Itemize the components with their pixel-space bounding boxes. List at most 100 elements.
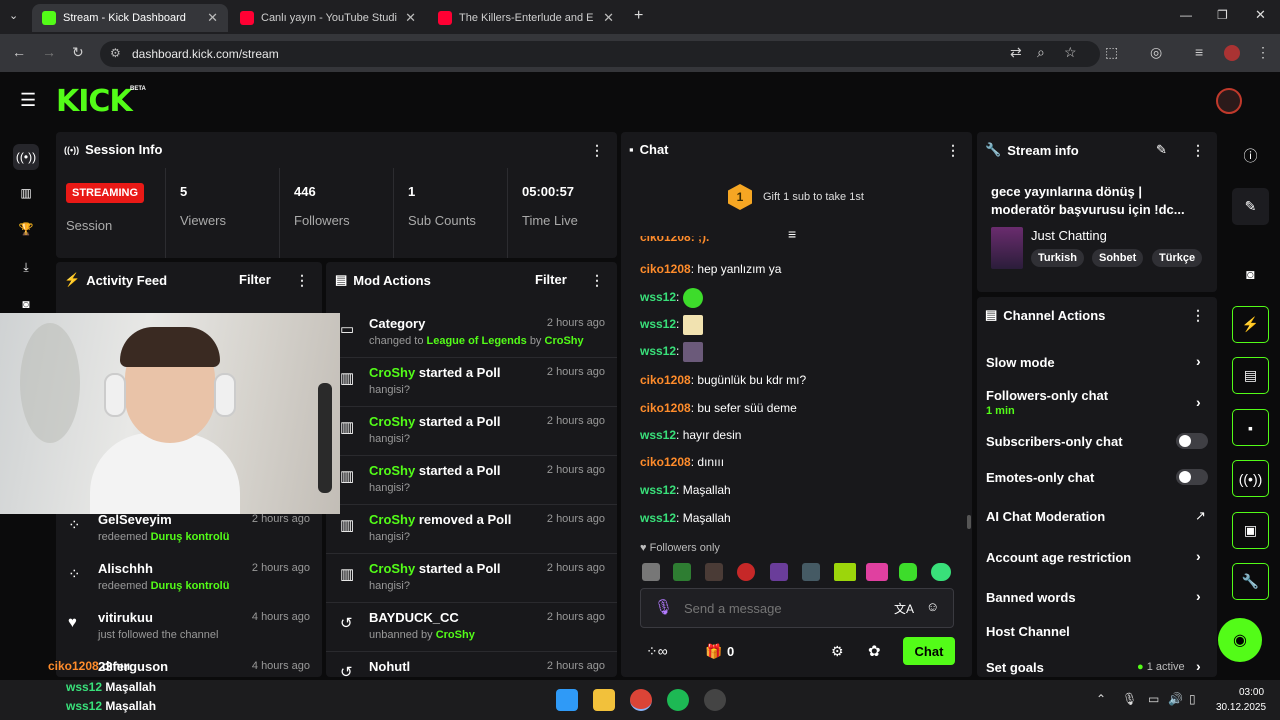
microphone-tray-icon[interactable]: 🎙 [1122, 692, 1137, 706]
tray-chevron-icon[interactable]: ⌃ [1096, 692, 1106, 706]
back-icon[interactable]: ← [12, 44, 26, 60]
browser-menu-icon[interactable]: ⋮ [1256, 44, 1270, 61]
chat-username[interactable]: ciko1208 [640, 373, 691, 387]
screenshot-icon[interactable]: ◎ [1150, 44, 1162, 61]
kick-logo[interactable]: KICK [56, 84, 133, 119]
chevron-right-icon[interactable]: › [1196, 658, 1201, 674]
clock-date[interactable]: 30.12.2025 [1216, 702, 1266, 713]
mod-user[interactable]: CroShy [436, 629, 475, 641]
gift-sub-text[interactable]: Gift 1 sub to take 1st [763, 191, 864, 203]
tab-search-icon[interactable]: ⌄ [9, 9, 18, 22]
emoji-picker-icon[interactable]: ☺ [926, 599, 939, 614]
tag-chip[interactable]: Türkçe [1152, 249, 1203, 267]
profile-avatar[interactable] [1224, 45, 1240, 61]
emote-panel-icon[interactable]: ✿ [868, 642, 881, 660]
spotify-icon[interactable] [667, 689, 689, 711]
mod-user[interactable]: CroShy [369, 512, 415, 527]
file-explorer-icon[interactable] [593, 689, 615, 711]
activity-menu-icon[interactable]: ⋮ [295, 272, 309, 289]
broadcast-widget-icon[interactable]: ((•)) [1232, 460, 1269, 497]
translate-icon[interactable]: ⇄ [1010, 44, 1022, 61]
tag-chip[interactable]: Turkish [1031, 249, 1084, 267]
activity-filter-button[interactable]: Filter [239, 272, 271, 287]
battery-icon[interactable]: ▯ [1189, 692, 1196, 706]
maximize-button[interactable]: ❐ [1217, 8, 1228, 22]
chat-username[interactable]: wss12 [640, 511, 676, 525]
network-icon[interactable]: ▭ [1148, 692, 1159, 706]
close-tab-icon[interactable]: ✕ [405, 10, 416, 26]
emote-icon[interactable] [931, 563, 951, 581]
category-thumbnail[interactable] [991, 227, 1023, 269]
activity-user[interactable]: vitirukuu [98, 610, 153, 625]
chat-menu-icon[interactable]: ⋮ [946, 142, 960, 159]
chevron-right-icon[interactable]: › [1196, 588, 1201, 604]
chat-send-button[interactable]: Chat [903, 637, 955, 665]
rail-analytics-icon[interactable]: ▥ [13, 180, 39, 206]
chevron-right-icon[interactable]: › [1196, 353, 1201, 369]
emotes-only-row[interactable]: Emotes-only chat [986, 470, 1094, 485]
quick-actions-icon[interactable]: ⚡ [1232, 306, 1269, 343]
chrome-icon[interactable] [630, 689, 652, 711]
chat-message-input[interactable] [684, 598, 874, 618]
rail-trophy-icon[interactable]: 🏆 [13, 216, 39, 242]
channel-points-icon[interactable]: ⁘∞ [646, 643, 668, 660]
emote-icon[interactable] [642, 563, 660, 581]
followers-only-row[interactable]: Followers-only chat [986, 388, 1108, 403]
media-control-icon[interactable]: ≡ [1195, 44, 1203, 60]
chat-username[interactable]: ciko1208 [640, 401, 691, 415]
tab-youtube-music[interactable]: The Killers-Enterlude and E ✕ [428, 4, 624, 32]
support-chat-button[interactable]: ◉ [1218, 618, 1262, 662]
chat-widget-icon[interactable]: ▪ [1232, 409, 1269, 446]
video-widget-icon[interactable]: ▣ [1232, 512, 1269, 549]
bookmark-star-icon[interactable]: ☆ [1064, 44, 1077, 61]
chat-username[interactable]: wss12 [640, 290, 676, 304]
emote-icon[interactable] [834, 563, 856, 581]
chat-username[interactable]: wss12 [640, 344, 676, 358]
host-channel-row[interactable]: Host Channel [986, 624, 1070, 639]
activity-user[interactable]: Alischhh [98, 561, 153, 576]
session-menu-icon[interactable]: ⋮ [590, 142, 604, 159]
reload-icon[interactable]: ↻ [72, 44, 84, 61]
chat-username[interactable]: wss12 [640, 428, 676, 442]
chat-scrollbar[interactable] [967, 515, 971, 529]
emote-icon[interactable] [866, 563, 888, 581]
volume-icon[interactable]: 🔊 [1168, 692, 1183, 706]
mod-menu-icon[interactable]: ⋮ [590, 272, 604, 289]
banned-words-row[interactable]: Banned words [986, 590, 1076, 605]
close-tab-icon[interactable]: ✕ [207, 10, 218, 26]
set-goals-row[interactable]: Set goals [986, 660, 1044, 675]
chat-username[interactable]: ciko1208 [640, 455, 691, 469]
clock-time[interactable]: 03:00 [1239, 687, 1264, 698]
tab-kick-dashboard[interactable]: Stream - Kick Dashboard ✕ [32, 4, 228, 32]
mod-action-title[interactable]: BAYDUCK_CC [369, 610, 459, 625]
chat-username[interactable]: ciko1208 [640, 262, 691, 276]
forward-icon[interactable]: → [42, 44, 56, 60]
chat-username[interactable]: wss12 [640, 317, 676, 331]
close-tab-icon[interactable]: ✕ [603, 10, 614, 26]
subscribers-only-row[interactable]: Subscribers-only chat [986, 434, 1123, 449]
notes-icon[interactable]: ▤ [1232, 357, 1269, 394]
emotes-only-toggle[interactable] [1176, 469, 1208, 485]
chat-settings-icon[interactable]: ⚙ [831, 643, 844, 660]
stream-category[interactable]: Just Chatting [1031, 228, 1107, 243]
app-icon[interactable] [704, 689, 726, 711]
mod-user[interactable]: CroShy [369, 463, 415, 478]
translate-icon[interactable]: 文A [894, 600, 914, 617]
channel-actions-menu-icon[interactable]: ⋮ [1191, 307, 1205, 324]
close-window-button[interactable]: ✕ [1255, 7, 1266, 23]
info-icon[interactable]: ⓘ [1232, 137, 1269, 174]
gift-icon[interactable]: 🎁 [705, 643, 722, 660]
chevron-right-icon[interactable]: › [1196, 548, 1201, 564]
address-bar[interactable]: ⚙ dashboard.kick.com/stream [100, 41, 1100, 67]
user-avatar[interactable] [1216, 88, 1242, 114]
tag-chip[interactable]: Sohbet [1092, 249, 1144, 267]
site-info-icon[interactable]: ⚙ [110, 46, 121, 60]
camera-view-icon[interactable]: ◙ [1232, 255, 1269, 292]
age-restriction-row[interactable]: Account age restriction [986, 550, 1131, 565]
windows-start-icon[interactable] [556, 689, 578, 711]
category-name[interactable]: League of Legends [427, 335, 527, 347]
mod-filter-button[interactable]: Filter [535, 272, 567, 287]
mod-user[interactable]: CroShy [369, 561, 415, 576]
edit-layout-icon[interactable]: ✎ [1232, 188, 1269, 225]
microphone-icon[interactable]: 🎙 [654, 598, 673, 616]
